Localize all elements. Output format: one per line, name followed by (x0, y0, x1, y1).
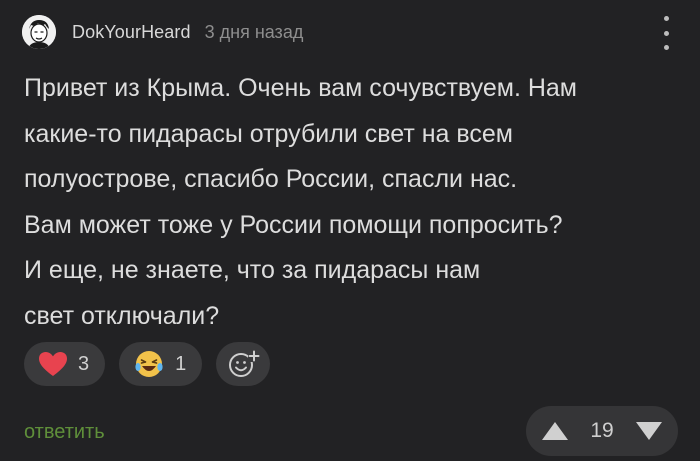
timestamp: 3 дня назад (204, 21, 304, 42)
reactions-bar: 3 1 (24, 342, 271, 386)
reaction-count: 1 (175, 352, 187, 375)
laugh-reaction-button[interactable]: 1 (119, 342, 203, 386)
heart-reaction-button[interactable]: 3 (24, 342, 106, 386)
comment-line: полуострове, спасибо России, спасли нас. (24, 165, 518, 193)
add-reaction-button[interactable] (216, 342, 271, 386)
comment-line: И еще, не знаете, что за пидарасы нам (24, 256, 481, 284)
comment-line: Привет из Крыма. Очень вам сочувствуем. … (24, 74, 577, 102)
vote-control: 19 (526, 406, 678, 456)
reply-link[interactable]: ответить (24, 421, 105, 444)
laughing-emoji-icon (135, 351, 163, 377)
reaction-count: 3 (78, 352, 90, 375)
username[interactable]: DokYourHeard (72, 22, 191, 43)
heart-icon (39, 352, 67, 376)
avatar[interactable] (22, 15, 56, 49)
upvote-icon[interactable] (540, 416, 570, 446)
downvote-icon[interactable] (634, 416, 664, 446)
add-emoji-icon (229, 350, 261, 377)
more-options-icon[interactable] (660, 16, 672, 50)
comment-header: DokYourHeard 3 дня назад (22, 14, 303, 50)
vote-score: 19 (590, 419, 614, 442)
comment-line: Вам может тоже у России помощи попросить… (24, 210, 563, 239)
comment-line: какие-то пидарасы отрубили свет на всем (24, 119, 513, 148)
comment-body: Привет из Крыма. Очень вам сочувствуем. … (24, 66, 684, 339)
comment-line: свет отключали? (24, 301, 220, 330)
